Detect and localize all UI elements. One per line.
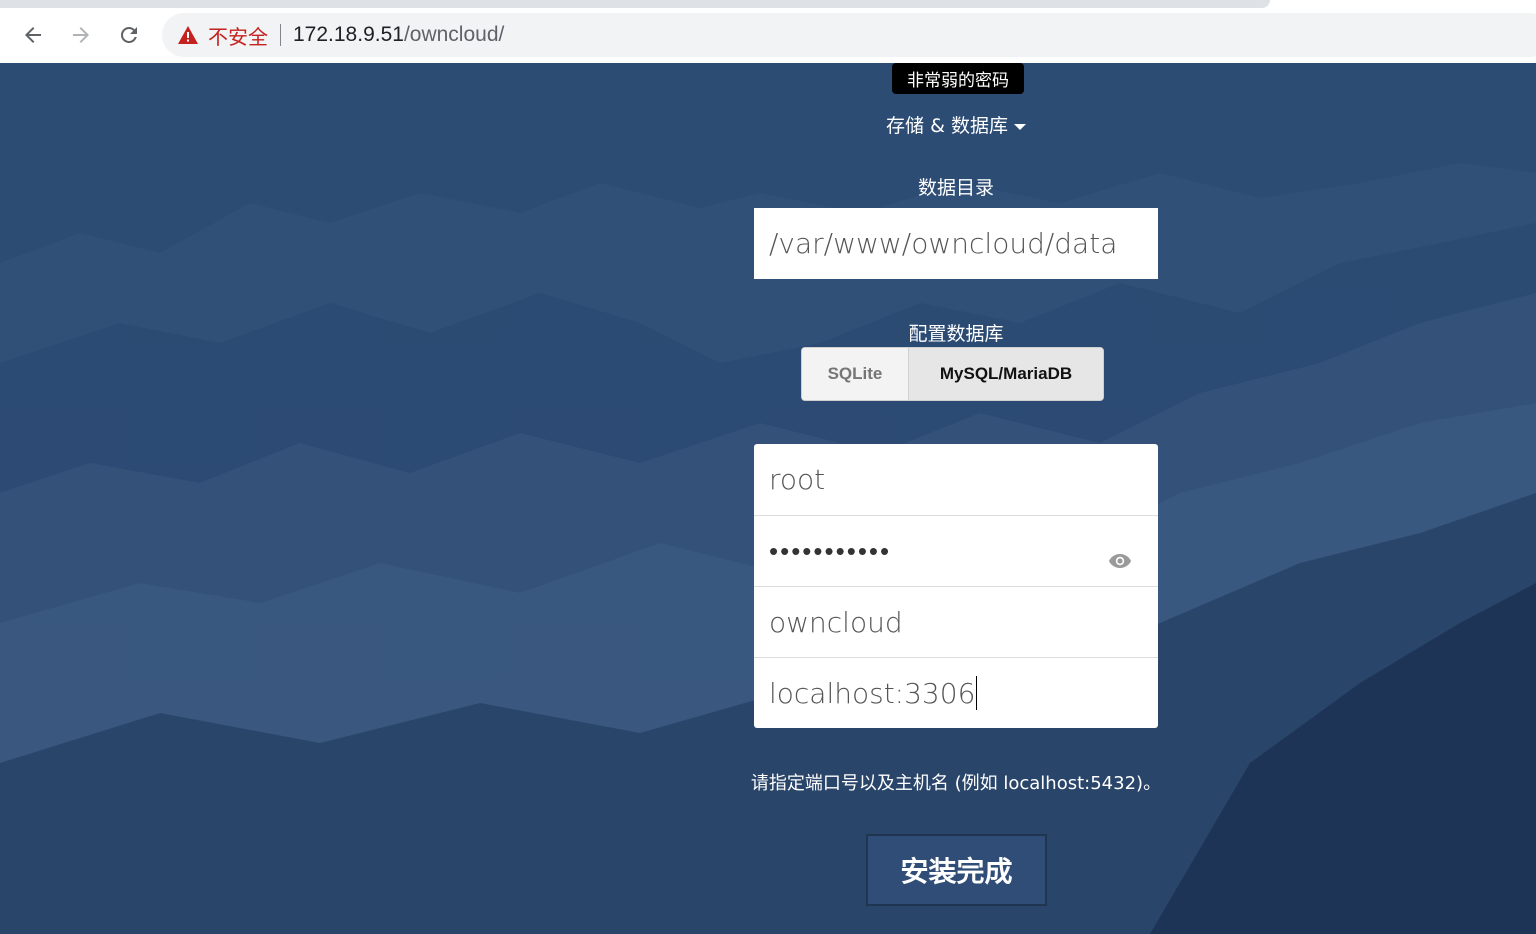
configure-database-label: 配置数据库	[908, 323, 1004, 345]
browser-toolbar: 不安全 172.18.9.51 /owncloud/	[0, 0, 1536, 64]
data-directory-value: /var/www/owncloud/data	[769, 227, 1118, 260]
eye-icon[interactable]	[1108, 543, 1132, 576]
security-status-label[interactable]: 不安全	[208, 21, 268, 50]
database-credentials-form: root ••••••••••• owncloud localhost:3306	[754, 444, 1158, 728]
database-type-selector: SQLite MySQL/MariaDB	[801, 347, 1104, 401]
db-host-hint: 请指定端口号以及主机名 (例如 localhost:5432)。	[750, 773, 1162, 794]
url-host: 172.18.9.51	[293, 23, 404, 46]
password-strength-tooltip: 非常弱的密码	[892, 63, 1024, 94]
db-user-value: root	[769, 463, 826, 496]
owncloud-setup-page: 非常弱的密码 存储 & 数据库 数据目录 /var/www/owncloud/d…	[0, 63, 1536, 934]
back-button[interactable]	[18, 20, 48, 50]
db-password-input[interactable]: •••••••••••	[754, 515, 1158, 586]
tab-strip	[0, 0, 1270, 8]
caret-down-icon	[1013, 123, 1026, 130]
back-arrow-icon	[25, 27, 41, 43]
db-user-input[interactable]: root	[754, 444, 1158, 515]
address-separator	[280, 24, 281, 46]
warning-icon[interactable]	[178, 26, 198, 44]
db-name-input[interactable]: owncloud	[754, 586, 1158, 657]
db-host-value: localhost:3306	[769, 676, 976, 710]
address-bar[interactable]: 不安全 172.18.9.51 /owncloud/	[162, 13, 1536, 57]
text-cursor	[976, 676, 978, 710]
finish-setup-button[interactable]: 安装完成	[866, 834, 1047, 906]
db-name-value: owncloud	[769, 605, 903, 639]
storage-database-label: 存储 & 数据库	[886, 115, 1008, 137]
reload-button[interactable]	[114, 20, 144, 50]
storage-database-toggle[interactable]: 存储 & 数据库	[860, 111, 1052, 138]
db-option-mysql[interactable]: MySQL/MariaDB	[909, 348, 1103, 400]
reload-icon	[120, 26, 137, 43]
url-path: /owncloud/	[403, 23, 505, 46]
db-password-value: •••••••••••	[769, 536, 892, 567]
data-directory-label: 数据目录	[917, 177, 994, 199]
forward-button[interactable]	[66, 20, 96, 50]
forward-arrow-icon	[73, 27, 89, 43]
db-option-sqlite[interactable]: SQLite	[802, 348, 909, 400]
data-directory-input[interactable]: /var/www/owncloud/data	[754, 208, 1158, 279]
db-host-input[interactable]: localhost:3306	[754, 657, 1158, 728]
